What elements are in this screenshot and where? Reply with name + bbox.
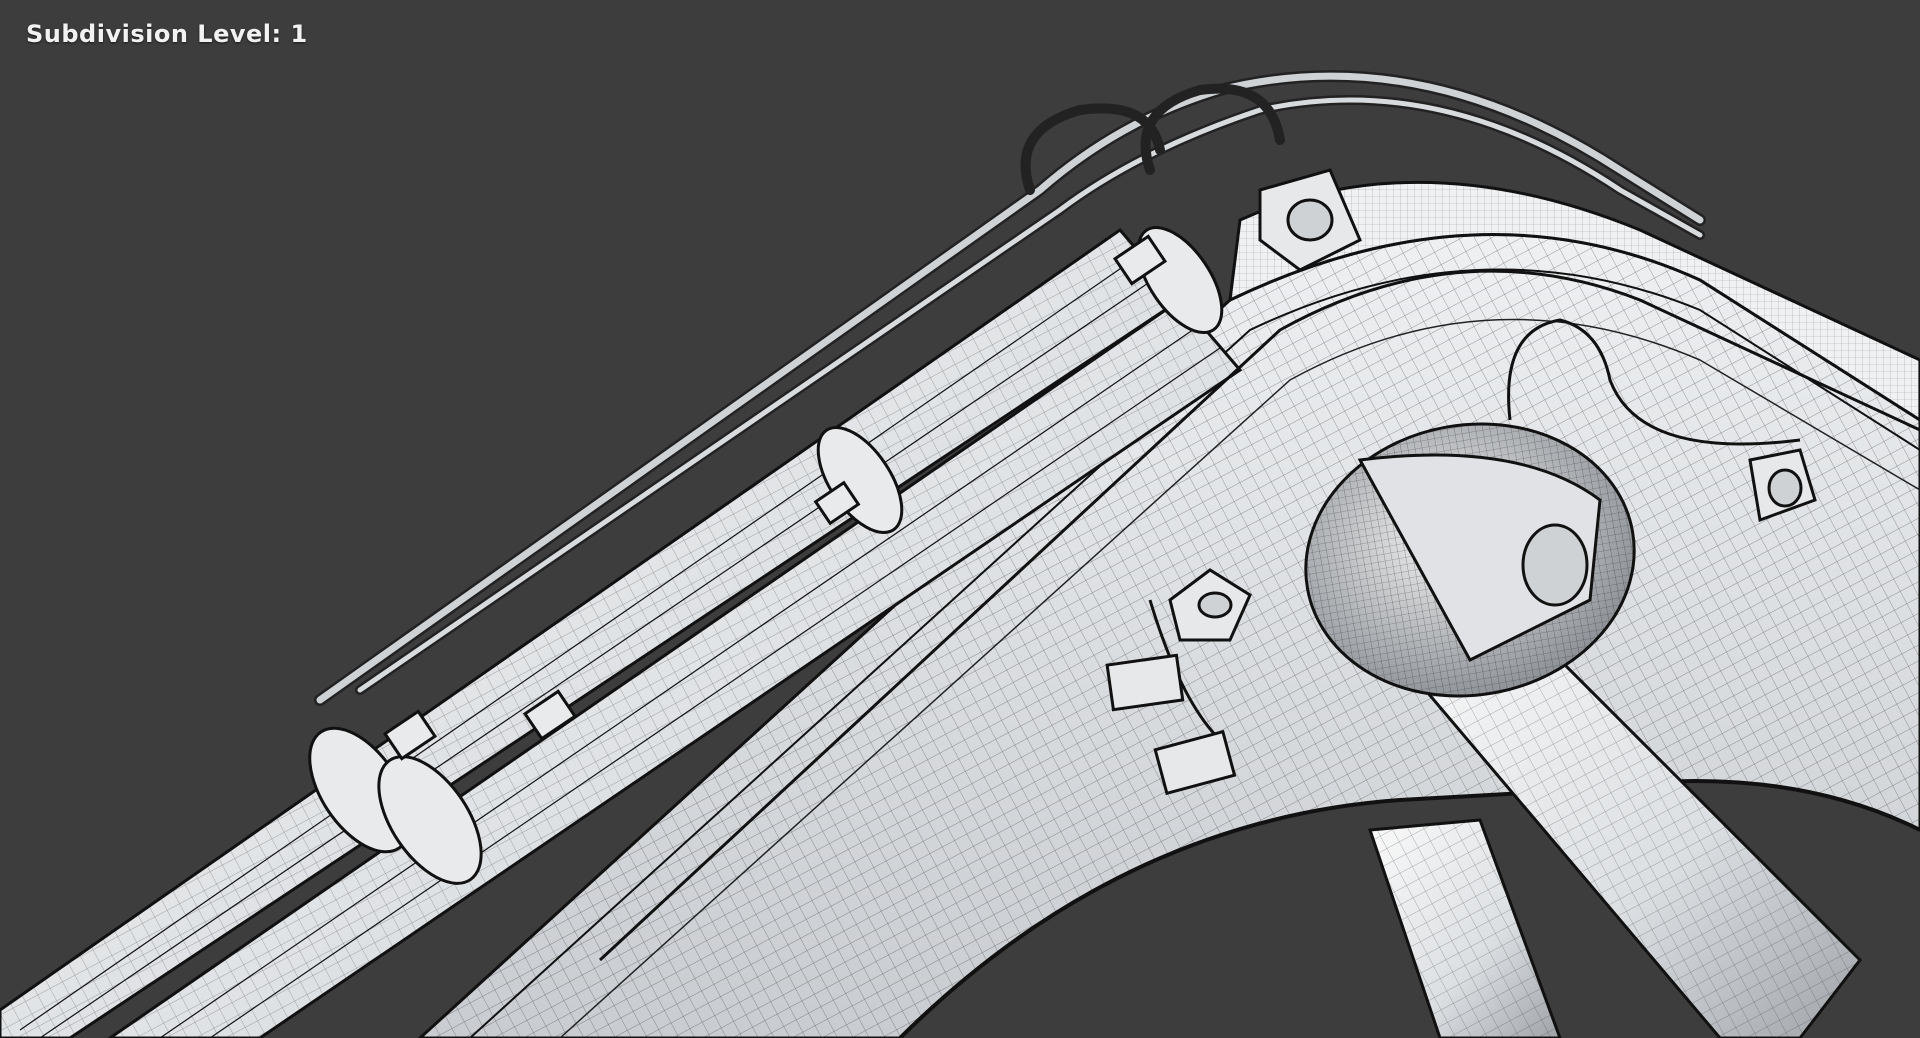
3d-viewport[interactable]: Subdivision Level: 1 (0, 0, 1920, 1038)
subdivision-level-label: Subdivision Level: 1 (26, 20, 308, 48)
excavator-boom-wireframe (0, 70, 1920, 1038)
lower-rod (1367, 818, 1562, 1038)
